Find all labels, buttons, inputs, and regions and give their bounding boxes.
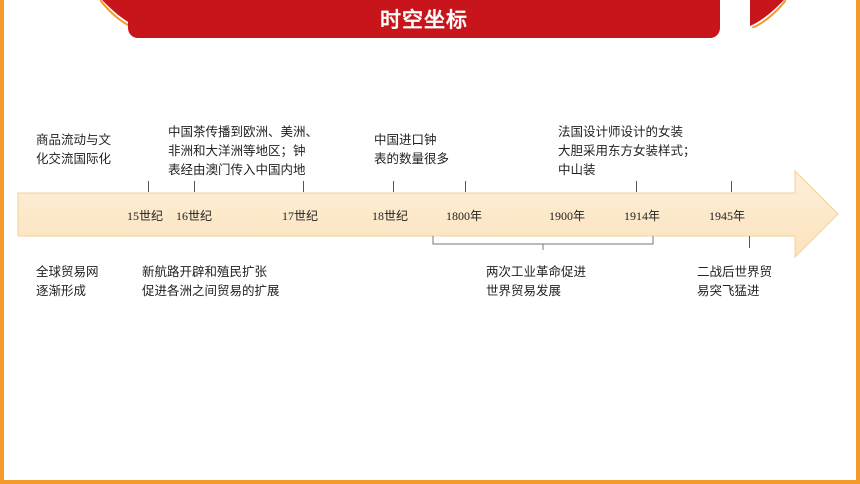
tick-1914 bbox=[636, 181, 637, 192]
note-line: 中国茶传播到欧洲、美洲、 bbox=[168, 124, 319, 139]
era-label-18th-century: 18世纪 bbox=[372, 209, 409, 223]
tick-1945-top bbox=[731, 181, 732, 192]
era-label-16th-century: 16世纪 bbox=[176, 209, 213, 223]
era-label-1800: 1800年 bbox=[446, 209, 483, 223]
note-line: 两次工业革命促进 bbox=[486, 264, 587, 279]
tick-16th-century bbox=[194, 181, 195, 192]
note-line: 全球贸易网 bbox=[36, 264, 99, 279]
note-line: 逐渐形成 bbox=[36, 283, 87, 298]
note-line: 中国进口钟 bbox=[374, 132, 437, 147]
note-line: 促进各洲之间贸易的扩展 bbox=[142, 283, 280, 298]
era-label-15th-century: 15世纪 bbox=[127, 209, 164, 223]
era-label-17th-century: 17世纪 bbox=[282, 209, 319, 223]
note-global-trade-network: 全球贸易网 逐渐形成 bbox=[36, 262, 99, 300]
note-french-fashion: 法国设计师设计的女装 大胆采用东方女装样式； 中山装 bbox=[558, 122, 696, 179]
note-china-imports-clocks: 中国进口钟 表的数量很多 bbox=[374, 130, 449, 168]
note-tea-and-clocks: 中国茶传播到欧洲、美洲、 非洲和大洋洲等地区；钟 表经由澳门传入中国内地 bbox=[168, 122, 318, 179]
timeline-arrow bbox=[17, 169, 839, 259]
note-line: 非洲和大洋洲等地区；钟 bbox=[168, 143, 306, 158]
note-line: 表的数量很多 bbox=[374, 151, 450, 166]
note-line: 世界贸易发展 bbox=[486, 283, 562, 298]
note-globalization-culture: 商品流动与文 化交流国际化 bbox=[36, 130, 111, 168]
note-line: 化交流国际化 bbox=[36, 151, 112, 166]
note-new-routes-colonial-expansion: 新航路开辟和殖民扩张 促进各洲之间贸易的扩展 bbox=[142, 262, 280, 300]
tick-1945-bottom bbox=[749, 236, 750, 248]
tick-1800 bbox=[465, 181, 466, 192]
note-line: 易突飞猛进 bbox=[697, 283, 760, 298]
tick-15th-century bbox=[148, 181, 149, 192]
tick-17th-century bbox=[303, 181, 304, 192]
note-post-war-trade: 二战后世界贸 易突飞猛进 bbox=[697, 262, 772, 300]
tick-18th-century bbox=[393, 181, 394, 192]
note-industrial-revolutions: 两次工业革命促进 世界贸易发展 bbox=[486, 262, 586, 300]
note-line: 新航路开辟和殖民扩张 bbox=[142, 264, 268, 279]
note-line: 表经由澳门传入中国内地 bbox=[168, 162, 306, 177]
note-line: 大胆采用东方女装样式； bbox=[558, 143, 696, 158]
note-line: 中山装 bbox=[558, 162, 596, 177]
era-label-1900: 1900年 bbox=[549, 209, 586, 223]
note-line: 商品流动与文 bbox=[36, 132, 112, 147]
era-label-1945: 1945年 bbox=[709, 209, 746, 223]
note-line: 二战后世界贸 bbox=[697, 264, 773, 279]
note-line: 法国设计师设计的女装 bbox=[558, 124, 684, 139]
era-label-1914: 1914年 bbox=[624, 209, 661, 223]
